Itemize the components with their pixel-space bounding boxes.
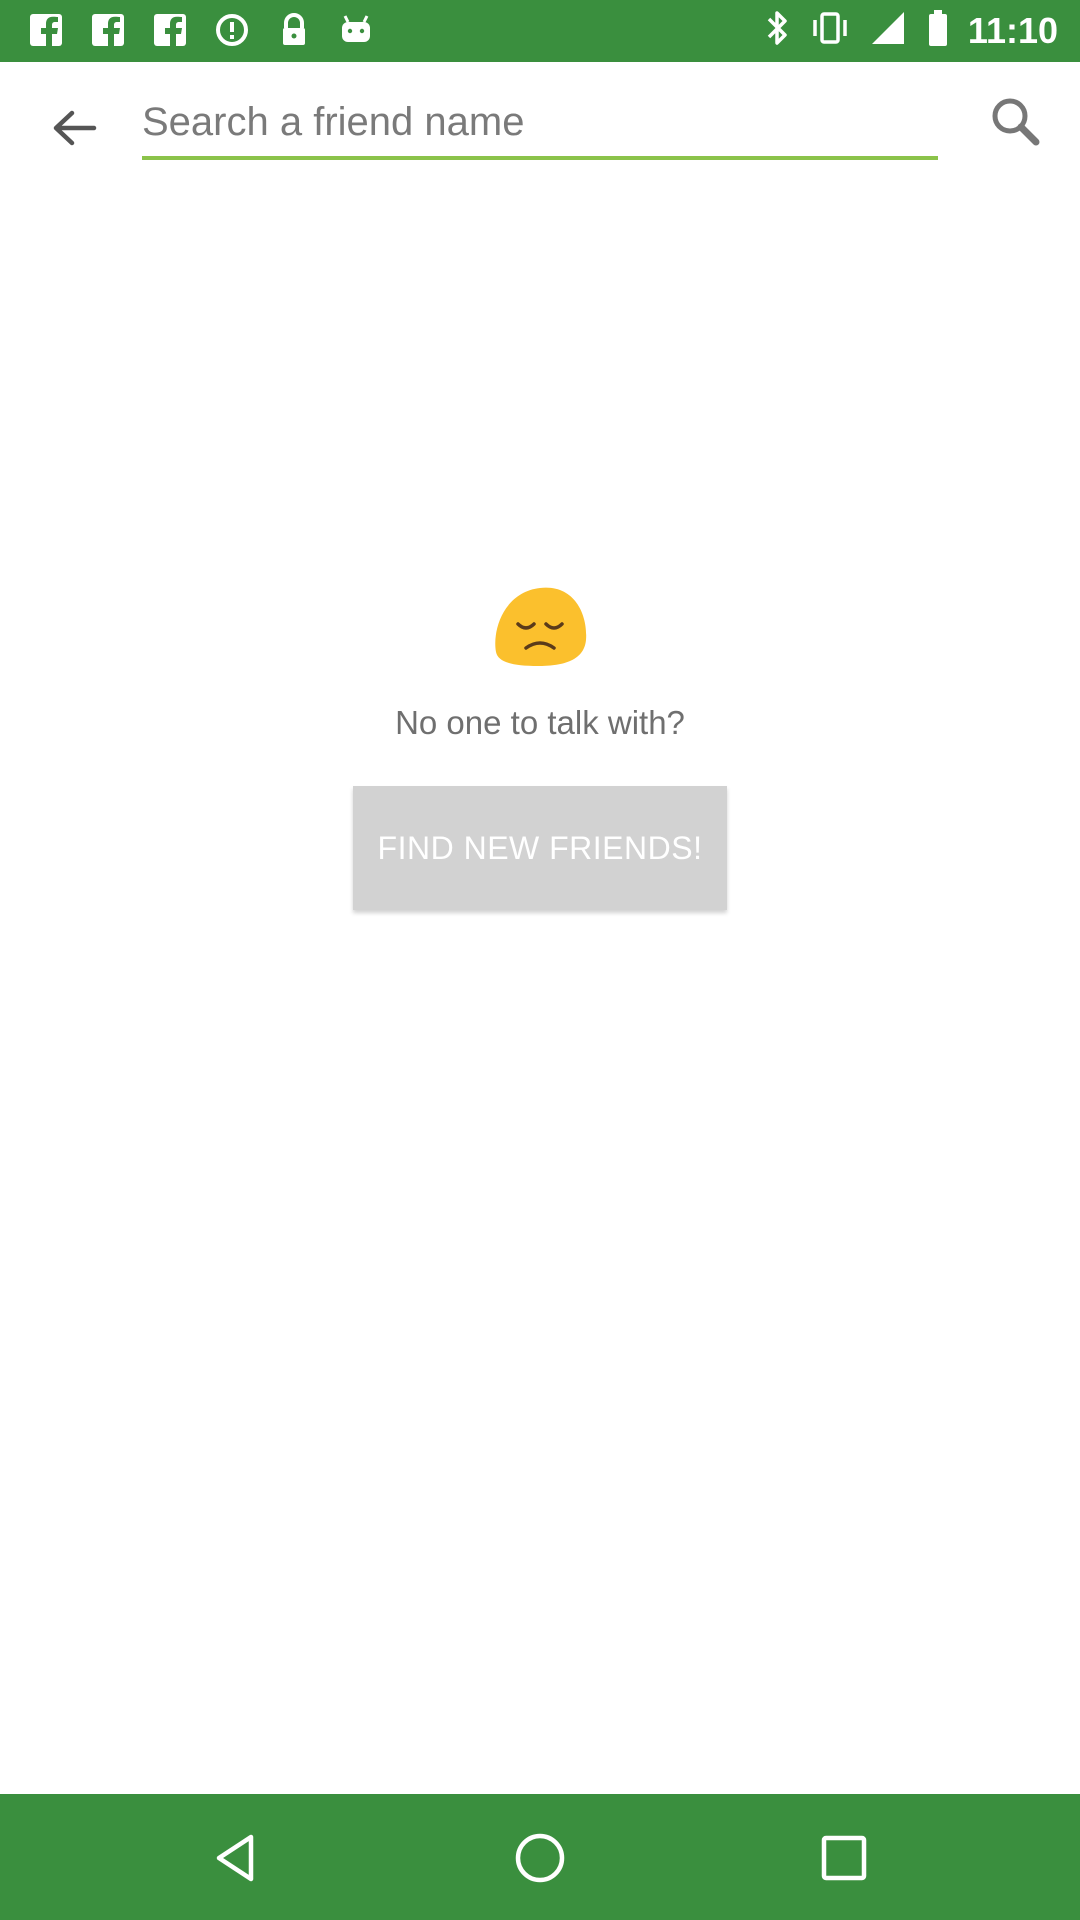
home-nav-icon — [515, 1833, 565, 1883]
back-nav-button[interactable] — [202, 1824, 270, 1892]
arrow-left-icon — [53, 110, 97, 146]
search-icon — [992, 98, 1040, 146]
facebook-icon — [26, 10, 66, 50]
data-saver-icon — [212, 10, 252, 50]
empty-message: No one to talk with? — [395, 704, 685, 741]
home-nav-button[interactable] — [506, 1824, 574, 1892]
back-nav-icon — [216, 1834, 254, 1882]
back-button[interactable] — [38, 100, 110, 156]
facebook-icon — [88, 10, 128, 50]
status-bar: 11:10 — [0, 0, 1080, 62]
sad-face-icon — [495, 587, 587, 666]
notification-icons — [26, 10, 376, 50]
navigation-bar — [0, 1794, 1080, 1920]
status-time: 11:10 — [967, 9, 1058, 51]
lock-icon — [274, 10, 314, 50]
recents-nav-icon — [821, 1835, 867, 1881]
vibrate-icon — [810, 8, 850, 53]
search-toolbar — [0, 62, 1080, 182]
search-button[interactable] — [984, 90, 1048, 154]
recents-nav-button[interactable] — [810, 1824, 878, 1892]
facebook-icon — [150, 10, 190, 50]
signal-icon — [868, 8, 908, 53]
bluetooth-icon — [762, 8, 792, 53]
find-new-friends-button[interactable]: FIND NEW FRIENDS! — [353, 786, 727, 910]
android-icon — [336, 10, 376, 50]
system-status-icons: 11:10 — [762, 8, 1058, 53]
battery-icon — [926, 8, 950, 53]
search-input[interactable] — [142, 92, 938, 160]
empty-state: No one to talk with? FIND NEW FRIENDS! — [0, 580, 1080, 910]
